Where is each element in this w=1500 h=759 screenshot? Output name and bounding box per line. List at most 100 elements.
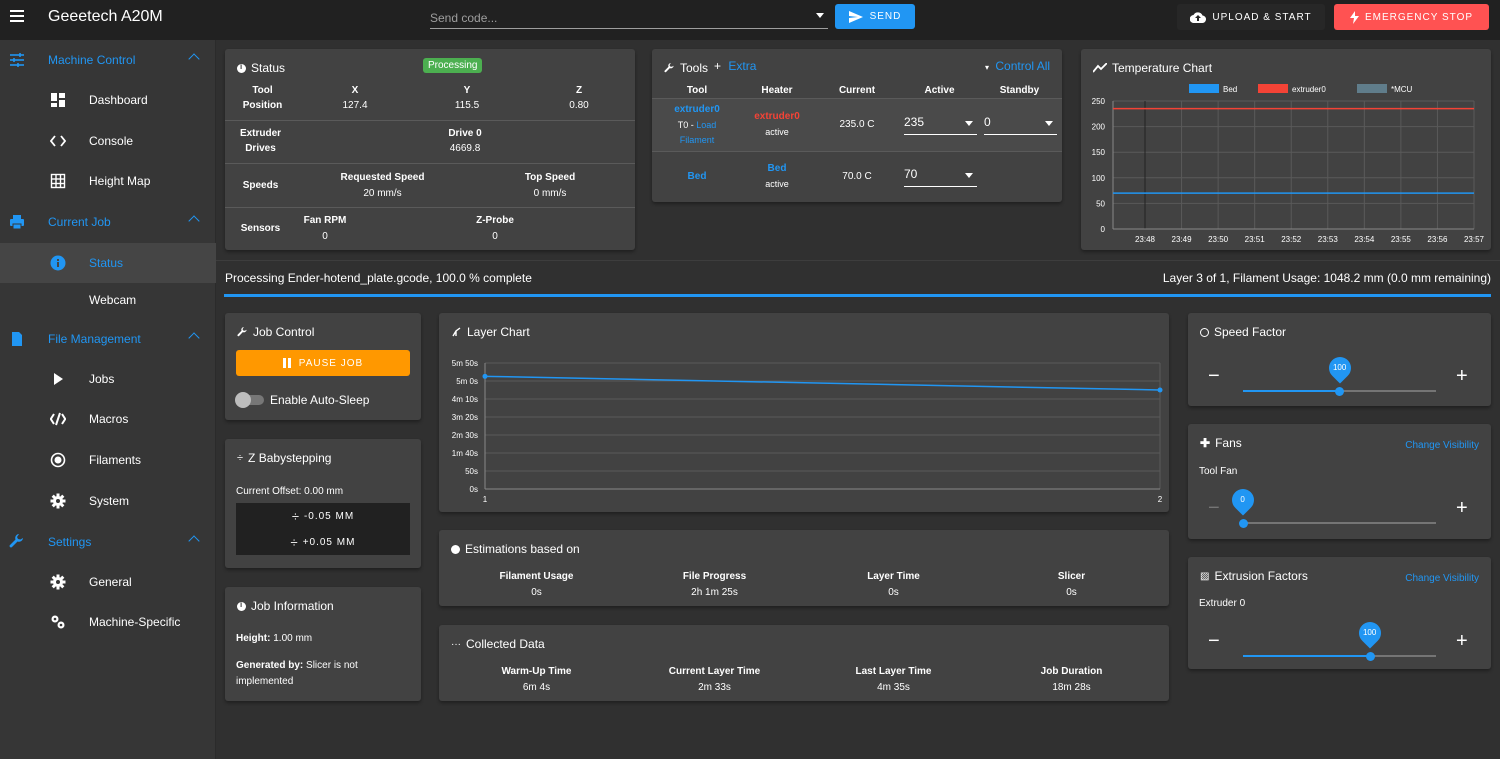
extruder-active-select[interactable]: 235 [904, 113, 977, 135]
control-all-button[interactable]: ▾ Control All [985, 59, 1050, 73]
extruder-heater-name[interactable]: extruder0 [742, 111, 812, 122]
status-card: Status Processing Tool Position X 127.4 … [225, 49, 635, 250]
estimations-title-text: Estimations based on [465, 542, 580, 556]
extruder-heater-state: active [765, 127, 789, 137]
series-line [484, 375, 1161, 391]
job-control-title-text: Job Control [253, 325, 315, 339]
extruder-standby-select[interactable]: 0 [984, 113, 1057, 135]
chevron-down-icon[interactable] [965, 173, 973, 178]
temperature-chart-card: Temperature Chart Bed extruder0 *MCU 0 50 100… [1081, 49, 1491, 250]
nav-group-settings[interactable]: Settings [0, 522, 216, 562]
position-label: Position [242, 100, 283, 111]
sidebar-item-system[interactable]: System [0, 481, 216, 521]
slider-track[interactable] [1243, 522, 1436, 524]
bed-tool-name[interactable]: Bed [662, 171, 732, 182]
bed-heater-name[interactable]: Bed [742, 163, 812, 174]
pause-job-button[interactable]: PAUSE JOB [236, 350, 410, 376]
temperature-chart-title: Temperature Chart [1093, 61, 1212, 75]
layer-chart-card: Layer Chart 0s 50s 1m 40s 2m 30s 3m 20s 4m 10… [439, 313, 1169, 512]
babystep-minus-button[interactable]: ÷ -0.05 MM [236, 503, 410, 529]
drive0-label: Drive 0 [448, 128, 482, 139]
sidebar-item-label: General [89, 575, 132, 589]
extruder-active-value: 235 [904, 115, 925, 129]
fan-increase-button[interactable]: + [1456, 498, 1468, 518]
sidebar-item-dashboard[interactable]: Dashboard [0, 80, 216, 120]
sidebar-item-height-map[interactable]: Height Map [0, 161, 216, 201]
speed-decrease-button[interactable]: − [1208, 366, 1220, 386]
code-icon [50, 135, 66, 147]
drives-label: Drives [245, 143, 276, 154]
chevron-up-icon[interactable] [188, 535, 200, 547]
tools-title-text: Tools [680, 61, 709, 75]
grid-icon [50, 173, 66, 189]
estimation-label: Layer Time [867, 571, 920, 582]
sidebar-item-console[interactable]: Console [0, 121, 216, 161]
z-babystepping-card: ÷ Z Babystepping Current Offset: 0.00 mm… [225, 439, 421, 568]
sidebar-item-label: Webcam [89, 293, 137, 307]
job-information-title-text: Job Information [251, 599, 334, 613]
x-tick-label: 23:49 [1172, 235, 1193, 244]
chevron-down-icon[interactable] [1045, 121, 1053, 126]
send-code-input[interactable]: Send code... [430, 6, 828, 29]
chevron-up-icon[interactable] [188, 332, 200, 344]
sidebar: Machine Control Dashboard Console Height… [0, 40, 216, 759]
job-progress-bar [224, 294, 1491, 297]
extruder-current-temp: 235.0 C [839, 119, 875, 130]
slider-thumb[interactable] [1238, 518, 1248, 528]
auto-sleep-toggle[interactable] [235, 392, 264, 408]
y-tick-label: 50 [1096, 199, 1105, 208]
chart-scatter-icon [452, 326, 461, 336]
slider-thumb[interactable] [1335, 386, 1344, 396]
top-speed-value: 0 mm/s [533, 188, 567, 199]
send-button[interactable]: SEND [835, 4, 915, 29]
tools-header-current: Current [838, 85, 876, 96]
arrow-collapse-vertical-icon: ÷ [237, 452, 244, 464]
sidebar-item-status[interactable]: Status [0, 243, 216, 283]
sidebar-item-general[interactable]: General [0, 562, 216, 602]
speed-factor-title-text: Speed Factor [1214, 325, 1287, 339]
nav-group-machine-control[interactable]: Machine Control [0, 40, 216, 80]
sidebar-item-macros[interactable]: Macros [0, 399, 216, 439]
nav-group-current-job[interactable]: Current Job [0, 202, 216, 242]
sidebar-item-filaments[interactable]: Filaments [0, 440, 216, 480]
emergency-stop-button[interactable]: EMERGENCY STOP [1334, 4, 1489, 30]
sidebar-item-webcam[interactable]: Webcam [0, 280, 216, 320]
bed-active-select[interactable]: 70 [904, 165, 977, 187]
extrusion-decrease-button[interactable]: − [1208, 631, 1220, 651]
height-label: Height: [236, 633, 271, 644]
slider-value-text: 100 [1332, 363, 1346, 373]
sensors-label: Sensors [240, 223, 281, 234]
sidebar-item-jobs[interactable]: Jobs [0, 359, 216, 399]
chevron-down-icon[interactable] [816, 13, 824, 18]
chevron-up-icon[interactable] [188, 215, 200, 227]
extra-tools-link[interactable]: + Extra [714, 59, 756, 73]
extruder0-factor-label: Extruder 0 [1199, 598, 1246, 609]
x-tick-label: 23:54 [1354, 235, 1375, 244]
extruder-label: Extruder [239, 128, 282, 139]
z-probe-label: Z-Probe [476, 215, 514, 226]
sidebar-item-machine-specific[interactable]: Machine-Specific [0, 602, 216, 642]
y-tick-label: 3m 20s [452, 413, 478, 422]
divider [225, 207, 635, 208]
dots-horizontal-icon: ··· [451, 638, 461, 650]
y-tick-label: 0 [1101, 225, 1106, 234]
load-filament-link-2[interactable]: Filament [662, 135, 732, 145]
extrusion-change-visibility-link[interactable]: Change Visibility [1405, 573, 1479, 584]
speed-increase-button[interactable]: + [1456, 366, 1468, 386]
fans-change-visibility-link[interactable]: Change Visibility [1405, 440, 1479, 451]
upload-start-button[interactable]: UPLOAD & START [1177, 4, 1325, 30]
status-badge: Processing [423, 58, 483, 73]
chevron-up-icon[interactable] [188, 53, 200, 65]
slider-thumb[interactable] [1365, 651, 1375, 661]
requested-speed-value: 20 mm/s [363, 188, 402, 199]
load-filament-link[interactable]: Load [696, 120, 716, 130]
nav-group-file-management[interactable]: File Management [0, 319, 216, 359]
extrusion-increase-button[interactable]: + [1456, 631, 1468, 651]
babystep-plus-button[interactable]: ÷ +0.05 MM [236, 529, 410, 555]
menu-icon[interactable] [10, 10, 24, 22]
fan-decrease-button[interactable]: − [1208, 498, 1220, 518]
chevron-down-icon[interactable] [965, 121, 973, 126]
extruder-tool-name[interactable]: extruder0 [662, 104, 732, 115]
divider [652, 151, 1062, 152]
caret-down-icon: ▾ [985, 63, 990, 72]
